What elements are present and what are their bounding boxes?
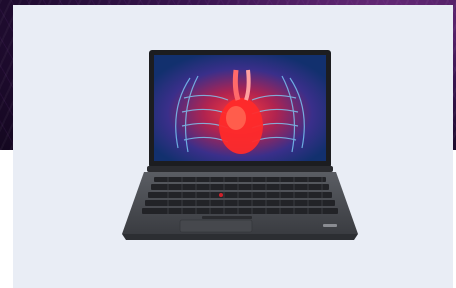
trackpad bbox=[179, 219, 253, 233]
laptop-base bbox=[122, 172, 358, 240]
product-card bbox=[13, 5, 453, 288]
laptop-product-image bbox=[122, 50, 358, 240]
brand-logo bbox=[323, 224, 337, 227]
laptop-hinge bbox=[147, 166, 333, 172]
trackpoint bbox=[219, 193, 223, 197]
trackpad-buttons bbox=[202, 216, 252, 219]
laptop-lid bbox=[149, 50, 331, 168]
